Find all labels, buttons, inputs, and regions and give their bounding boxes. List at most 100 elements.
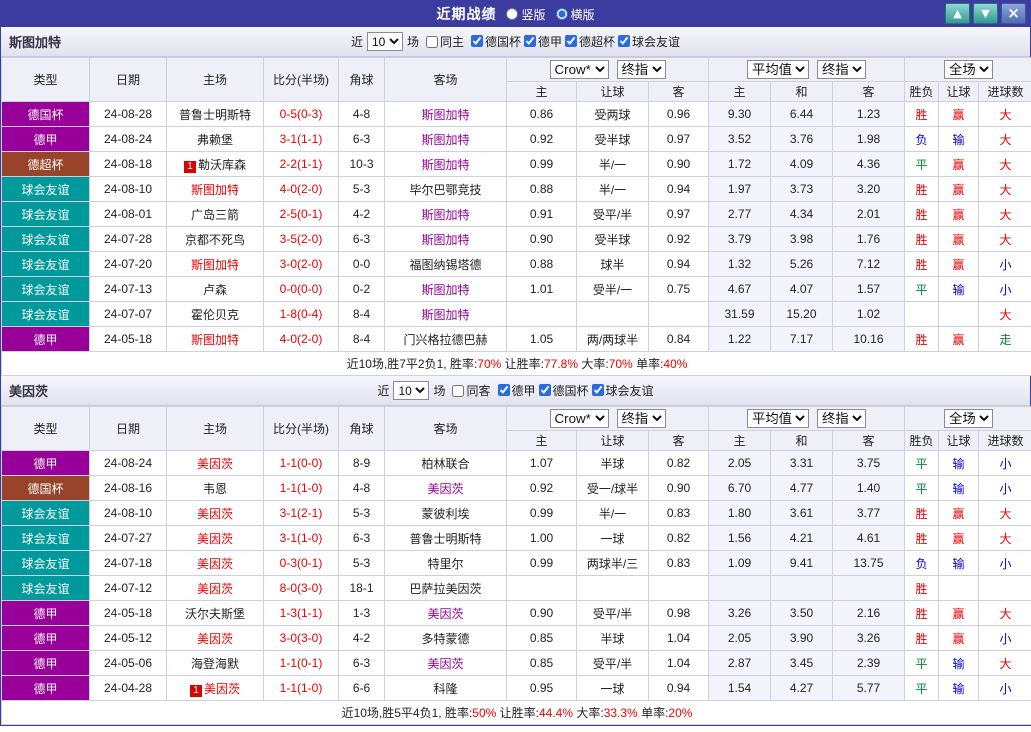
col-odds-away: 客 xyxy=(649,82,709,102)
avg-group-header: 平均值 终指 xyxy=(709,58,905,82)
home-team-link[interactable]: 美因茨 xyxy=(197,582,233,596)
home-team-link[interactable]: 美因茨 xyxy=(197,507,233,521)
layout-vertical-option[interactable]: 竖版 xyxy=(506,6,545,23)
col-corner: 角球 xyxy=(339,407,385,451)
scope-select[interactable]: 全场 xyxy=(944,409,993,428)
league-cell: 德甲 xyxy=(2,626,90,651)
odds-source-select[interactable]: Crow* xyxy=(550,60,609,79)
home-team-link[interactable]: 斯图加特 xyxy=(191,183,239,197)
home-cell: 斯图加特 xyxy=(167,252,264,277)
avg-stage-select[interactable]: 终指 xyxy=(817,409,866,428)
away-team-link[interactable]: 美因茨 xyxy=(427,607,463,621)
vertical-radio[interactable] xyxy=(506,8,518,20)
home-team-link[interactable]: 弗赖堡 xyxy=(197,133,233,147)
same-venue-filter[interactable]: 同客 xyxy=(452,382,490,399)
odds-stage-select[interactable]: 终指 xyxy=(617,409,666,428)
away-team-link[interactable]: 科隆 xyxy=(433,682,457,696)
summary-segment: 20% xyxy=(668,706,692,720)
away-team-link[interactable]: 多特蒙德 xyxy=(421,632,469,646)
home-team-link[interactable]: 斯图加特 xyxy=(191,333,239,347)
away-team-link[interactable]: 柏林联合 xyxy=(421,457,469,471)
home-cell: 美因茨 xyxy=(167,576,264,601)
score-cell: 3-0(3-0) xyxy=(264,626,339,651)
home-team-link[interactable]: 霍伦贝克 xyxy=(191,308,239,322)
scroll-up-button[interactable]: ▲ xyxy=(945,3,970,24)
avg-draw-cell: 3.61 xyxy=(771,501,833,526)
avg-source-select[interactable]: 平均值 xyxy=(747,409,809,428)
home-team-link[interactable]: 京都不死鸟 xyxy=(185,233,245,247)
avg-stage-select[interactable]: 终指 xyxy=(817,60,866,79)
same-venue-filter[interactable]: 同主 xyxy=(426,33,464,50)
odds-source-select[interactable]: Crow* xyxy=(550,409,609,428)
match-row: 球会友谊24-07-28京都不死鸟3-5(2-0)6-3斯图加特0.90受半球0… xyxy=(2,227,1031,252)
match-count-select[interactable]: 10 xyxy=(367,32,403,51)
home-team-link[interactable]: 美因茨 xyxy=(197,632,233,646)
home-team-link[interactable]: 韦恩 xyxy=(203,482,227,496)
avg-source-select[interactable]: 平均值 xyxy=(747,60,809,79)
away-team-link[interactable]: 斯图加特 xyxy=(421,133,469,147)
home-team-link[interactable]: 美因茨 xyxy=(204,682,240,696)
horizontal-radio[interactable] xyxy=(556,8,568,20)
close-icon: × xyxy=(1007,4,1020,22)
away-team-link[interactable]: 斯图加特 xyxy=(421,283,469,297)
away-team-link[interactable]: 斯图加特 xyxy=(421,108,469,122)
away-team-link[interactable]: 斯图加特 xyxy=(421,208,469,222)
same-venue-checkbox[interactable] xyxy=(426,36,438,48)
league-filter-option[interactable]: 德超杯 xyxy=(565,33,615,50)
match-count-select[interactable]: 10 xyxy=(393,381,429,400)
odds-home-cell: 0.99 xyxy=(507,152,577,177)
away-team-link[interactable]: 门兴格拉德巴赫 xyxy=(403,333,487,347)
scope-select[interactable]: 全场 xyxy=(944,60,993,79)
league-filter-option[interactable]: 球会友谊 xyxy=(618,33,680,50)
home-team-link[interactable]: 广岛三箭 xyxy=(191,208,239,222)
home-team-link[interactable]: 卢森 xyxy=(203,283,227,297)
home-team-link[interactable]: 美因茨 xyxy=(197,532,233,546)
corner-cell: 4-8 xyxy=(339,102,385,127)
col-avg-draw: 和 xyxy=(771,82,833,102)
home-team-link[interactable]: 海登海默 xyxy=(191,657,239,671)
away-team-link[interactable]: 斯图加特 xyxy=(421,158,469,172)
close-button[interactable]: × xyxy=(1001,3,1026,24)
match-row: 德超杯24-08-181勒沃库森2-2(1-1)10-3斯图加特0.99半/一0… xyxy=(2,152,1031,177)
league-checkbox[interactable] xyxy=(592,384,604,396)
league-filter-option[interactable]: 德国杯 xyxy=(539,382,589,399)
odds-away-cell: 0.92 xyxy=(649,227,709,252)
scroll-down-button[interactable]: ▼ xyxy=(973,3,998,24)
league-checkbox[interactable] xyxy=(539,384,551,396)
home-team-link[interactable]: 勒沃库森 xyxy=(198,158,246,172)
away-team-link[interactable]: 斯图加特 xyxy=(421,308,469,322)
home-team-link[interactable]: 美因茨 xyxy=(197,457,233,471)
corner-cell: 18-1 xyxy=(339,576,385,601)
away-team-link[interactable]: 美因茨 xyxy=(427,482,463,496)
same-venue-checkbox[interactable] xyxy=(452,385,464,397)
summary-segment: 单率: xyxy=(638,706,669,720)
league-checkbox[interactable] xyxy=(471,35,483,47)
home-cell: 京都不死鸟 xyxy=(167,227,264,252)
league-filter-option[interactable]: 德国杯 xyxy=(471,33,521,50)
league-checkbox[interactable] xyxy=(565,35,577,47)
away-team-link[interactable]: 特里尔 xyxy=(427,557,463,571)
away-team-link[interactable]: 普鲁士明斯特 xyxy=(409,532,481,546)
home-team-link[interactable]: 斯图加特 xyxy=(191,258,239,272)
away-team-link[interactable]: 蒙彼利埃 xyxy=(421,507,469,521)
away-cell: 福图纳锡塔德 xyxy=(385,252,507,277)
away-team-link[interactable]: 巴萨拉美因茨 xyxy=(409,582,481,596)
home-team-link[interactable]: 美因茨 xyxy=(197,557,233,571)
away-team-link[interactable]: 毕尔巴鄂竞技 xyxy=(409,183,481,197)
home-team-link[interactable]: 普鲁士明斯特 xyxy=(179,108,251,122)
home-team-link[interactable]: 沃尔夫斯堡 xyxy=(185,607,245,621)
league-filter-option[interactable]: 德甲 xyxy=(498,382,536,399)
away-team-link[interactable]: 福图纳锡塔德 xyxy=(409,258,481,272)
odds-line-cell: 一球 xyxy=(577,676,649,701)
avg-home-cell: 2.77 xyxy=(709,202,771,227)
away-team-link[interactable]: 斯图加特 xyxy=(421,233,469,247)
league-checkbox[interactable] xyxy=(524,35,536,47)
league-checkbox[interactable] xyxy=(498,384,510,396)
league-filter-option[interactable]: 球会友谊 xyxy=(592,382,654,399)
away-team-link[interactable]: 美因茨 xyxy=(427,657,463,671)
odds-stage-select[interactable]: 终指 xyxy=(617,60,666,79)
league-checkbox[interactable] xyxy=(618,35,630,47)
league-filter-option[interactable]: 德甲 xyxy=(524,33,562,50)
layout-horizontal-option[interactable]: 横版 xyxy=(556,6,595,23)
league-cell: 球会友谊 xyxy=(2,252,90,277)
